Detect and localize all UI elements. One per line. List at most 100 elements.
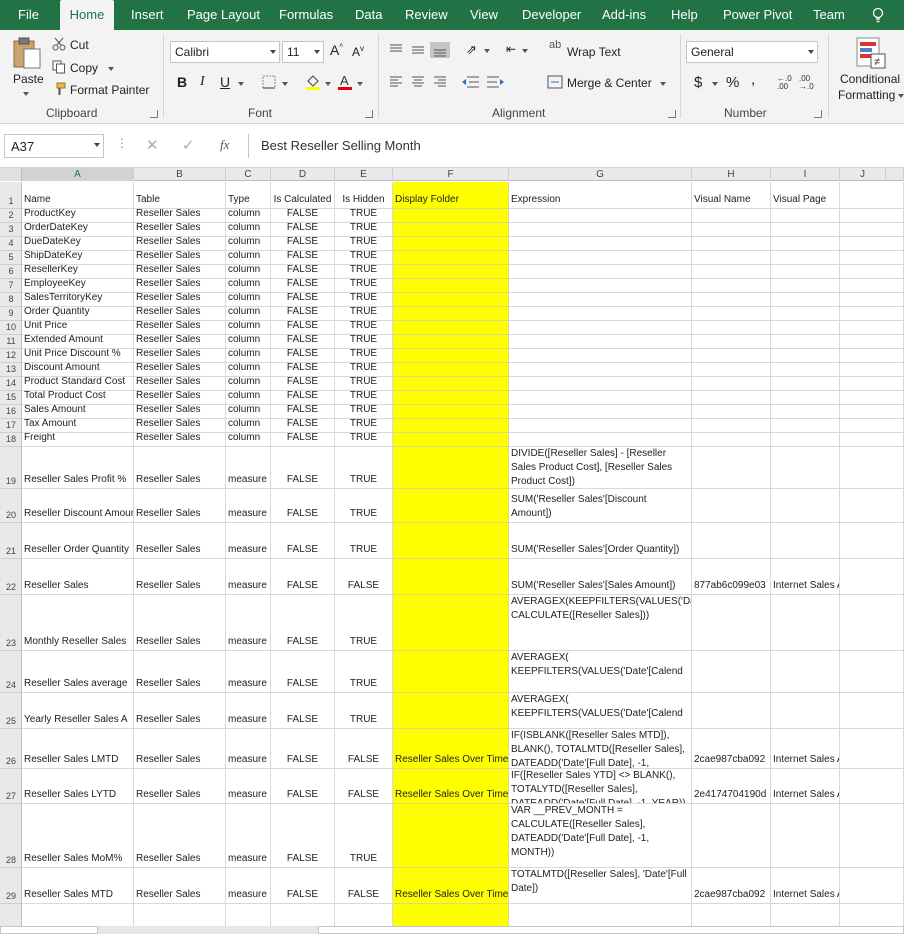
scrollbar-thumb[interactable] — [318, 926, 904, 934]
cell-j2[interactable] — [840, 209, 904, 223]
tab-add-ins[interactable]: Add-ins — [602, 0, 646, 30]
cell-d26[interactable]: FALSE — [271, 729, 335, 769]
number-format-dropdown[interactable]: General — [686, 41, 818, 63]
cell-c23[interactable]: measure — [226, 595, 271, 651]
cell-e21[interactable]: TRUE — [335, 523, 393, 559]
row-header[interactable]: 15 — [0, 391, 22, 405]
row-header[interactable]: 7 — [0, 279, 22, 293]
cell-d14[interactable]: FALSE — [271, 377, 335, 391]
cell-e13[interactable]: TRUE — [335, 363, 393, 377]
cell-d18[interactable]: FALSE — [271, 433, 335, 447]
cell-c12[interactable]: column — [226, 349, 271, 363]
tab-formulas[interactable]: Formulas — [279, 0, 333, 30]
cell-c7[interactable]: column — [226, 279, 271, 293]
cell-h23[interactable] — [692, 595, 771, 651]
cell-f10[interactable] — [393, 321, 509, 335]
decrease-decimal-icon[interactable]: .00 →.0 — [799, 75, 814, 91]
cell-a10[interactable]: Unit Price — [22, 321, 134, 335]
lightbulb-icon[interactable] — [872, 7, 884, 23]
decrease-font-size-icon[interactable]: Av — [352, 44, 364, 59]
cell-e24[interactable]: TRUE — [335, 651, 393, 693]
row-header[interactable]: 16 — [0, 405, 22, 419]
cell-e28[interactable]: TRUE — [335, 804, 393, 868]
cell-j12[interactable] — [840, 349, 904, 363]
cell-c5[interactable]: column — [226, 251, 271, 265]
cell-f24[interactable] — [393, 651, 509, 693]
row-header[interactable]: 23 — [0, 595, 22, 651]
cell-e1[interactable]: Is Hidden — [335, 182, 393, 209]
cell-g3[interactable] — [509, 223, 692, 237]
cell-g13[interactable] — [509, 363, 692, 377]
cell-h10[interactable] — [692, 321, 771, 335]
cell-b8[interactable]: Reseller Sales — [134, 293, 226, 307]
tab-team[interactable]: Team — [813, 0, 845, 30]
cell-f6[interactable] — [393, 265, 509, 279]
cell-c13[interactable]: column — [226, 363, 271, 377]
cell-d22[interactable]: FALSE — [271, 559, 335, 595]
insert-function-icon[interactable]: fx — [220, 137, 229, 153]
format-painter-icon[interactable] — [52, 82, 66, 96]
cell-c24[interactable]: measure — [226, 651, 271, 693]
cell-f14[interactable] — [393, 377, 509, 391]
cell-a20[interactable]: Reseller Discount Amount — [22, 489, 134, 523]
borders-icon[interactable] — [262, 75, 276, 89]
column-header-f[interactable]: F — [393, 168, 509, 181]
percent-icon[interactable]: % — [726, 74, 739, 91]
cell-b10[interactable]: Reseller Sales — [134, 321, 226, 335]
cell-d15[interactable]: FALSE — [271, 391, 335, 405]
cell-f26[interactable]: Reseller Sales Over Time — [393, 729, 509, 769]
cell-h26[interactable]: 2cae987cba092 — [692, 729, 771, 769]
row-header[interactable]: 19 — [0, 447, 22, 489]
cell-f29[interactable]: Reseller Sales Over Time — [393, 868, 509, 904]
row-header[interactable]: 17 — [0, 419, 22, 433]
cell-e29[interactable]: FALSE — [335, 868, 393, 904]
cell-i17[interactable] — [771, 419, 840, 433]
cell-j10[interactable] — [840, 321, 904, 335]
cell-f3[interactable] — [393, 223, 509, 237]
cell-g22[interactable]: SUM('Reseller Sales'[Sales Amount]) — [509, 559, 692, 595]
cell-h3[interactable] — [692, 223, 771, 237]
cell-a2[interactable]: ProductKey — [22, 209, 134, 223]
cell-b28[interactable]: Reseller Sales — [134, 804, 226, 868]
row-header[interactable]: 6 — [0, 265, 22, 279]
cell-b1[interactable]: Table — [134, 182, 226, 209]
cell-d29[interactable]: FALSE — [271, 868, 335, 904]
cell-j23[interactable] — [840, 595, 904, 651]
row-header[interactable]: 10 — [0, 321, 22, 335]
cell-b14[interactable]: Reseller Sales — [134, 377, 226, 391]
cell-j22[interactable] — [840, 559, 904, 595]
cell-j13[interactable] — [840, 363, 904, 377]
row-header[interactable]: 25 — [0, 693, 22, 729]
cell-c1[interactable]: Type — [226, 182, 271, 209]
cell-b19[interactable]: Reseller Sales — [134, 447, 226, 489]
row-header[interactable]: 27 — [0, 769, 22, 804]
cell-j18[interactable] — [840, 433, 904, 447]
cell-f25[interactable] — [393, 693, 509, 729]
cell-b25[interactable]: Reseller Sales — [134, 693, 226, 729]
cell-g6[interactable] — [509, 265, 692, 279]
cell-g7[interactable] — [509, 279, 692, 293]
wrap-text-button[interactable]: Wrap Text — [567, 45, 621, 59]
cell-b21[interactable]: Reseller Sales — [134, 523, 226, 559]
cell-b13[interactable]: Reseller Sales — [134, 363, 226, 377]
cell-e7[interactable]: TRUE — [335, 279, 393, 293]
cell-j25[interactable] — [840, 693, 904, 729]
font-name-dropdown[interactable]: Calibri — [170, 41, 280, 63]
cell-h11[interactable] — [692, 335, 771, 349]
cell-i27[interactable]: Internet Sales Analysis — [771, 769, 840, 804]
cell-c9[interactable]: column — [226, 307, 271, 321]
vertical-align-icons[interactable] — [388, 42, 452, 58]
orientation-dropdown-icon[interactable] — [484, 49, 490, 53]
cell-b17[interactable]: Reseller Sales — [134, 419, 226, 433]
cell-j4[interactable] — [840, 237, 904, 251]
tab-insert[interactable]: Insert — [131, 0, 164, 30]
cell-d2[interactable]: FALSE — [271, 209, 335, 223]
cell-a1[interactable]: Name — [22, 182, 134, 209]
comma-style-icon[interactable]: , — [751, 71, 755, 88]
cell-d28[interactable]: FALSE — [271, 804, 335, 868]
cell-j9[interactable] — [840, 307, 904, 321]
cell-j3[interactable] — [840, 223, 904, 237]
cell-c20[interactable]: measure — [226, 489, 271, 523]
cell-e14[interactable]: TRUE — [335, 377, 393, 391]
cell-h28[interactable] — [692, 804, 771, 868]
